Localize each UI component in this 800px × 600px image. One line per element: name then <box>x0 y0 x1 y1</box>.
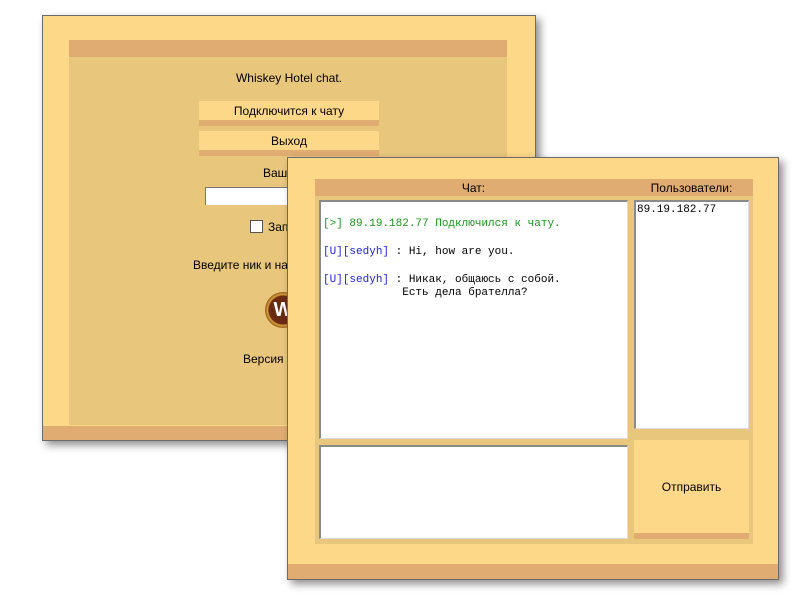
login-header-stripe <box>69 40 507 57</box>
message-user: [U][sedyh] : Hi, how are you. <box>323 246 515 258</box>
exit-button[interactable]: Выход <box>199 131 379 156</box>
app-title: Whiskey Hotel chat. <box>235 71 343 85</box>
message-user: [U][sedyh] : Никак, общаюсь с собой. Ест… <box>323 274 561 299</box>
chat-footer-stripe <box>288 564 778 579</box>
remember-checkbox[interactable] <box>250 220 263 233</box>
users-list[interactable]: 89.19.182.77 <box>634 200 749 429</box>
users-header: Пользователи: <box>650 181 733 195</box>
chat-header: Чат: <box>461 181 486 195</box>
connect-button[interactable]: Подключится к чату <box>199 101 379 126</box>
message-system: [>] 89.19.182.77 Подключился к чату. <box>323 218 561 230</box>
chat-log[interactable]: [>] 89.19.182.77 Подключился к чату. [U]… <box>319 200 628 439</box>
chat-window: Чат: Пользователи: [>] 89.19.182.77 Подк… <box>287 157 779 580</box>
hint-text: Введите ник и наж <box>193 258 297 272</box>
nick-label: Ваш <box>263 166 288 180</box>
send-button[interactable]: Отправить <box>634 440 749 539</box>
message-input[interactable] <box>319 445 628 539</box>
version-label: Версия 2 <box>243 352 294 366</box>
user-item[interactable]: 89.19.182.77 <box>637 204 748 217</box>
remember-label: Зап <box>268 220 289 234</box>
